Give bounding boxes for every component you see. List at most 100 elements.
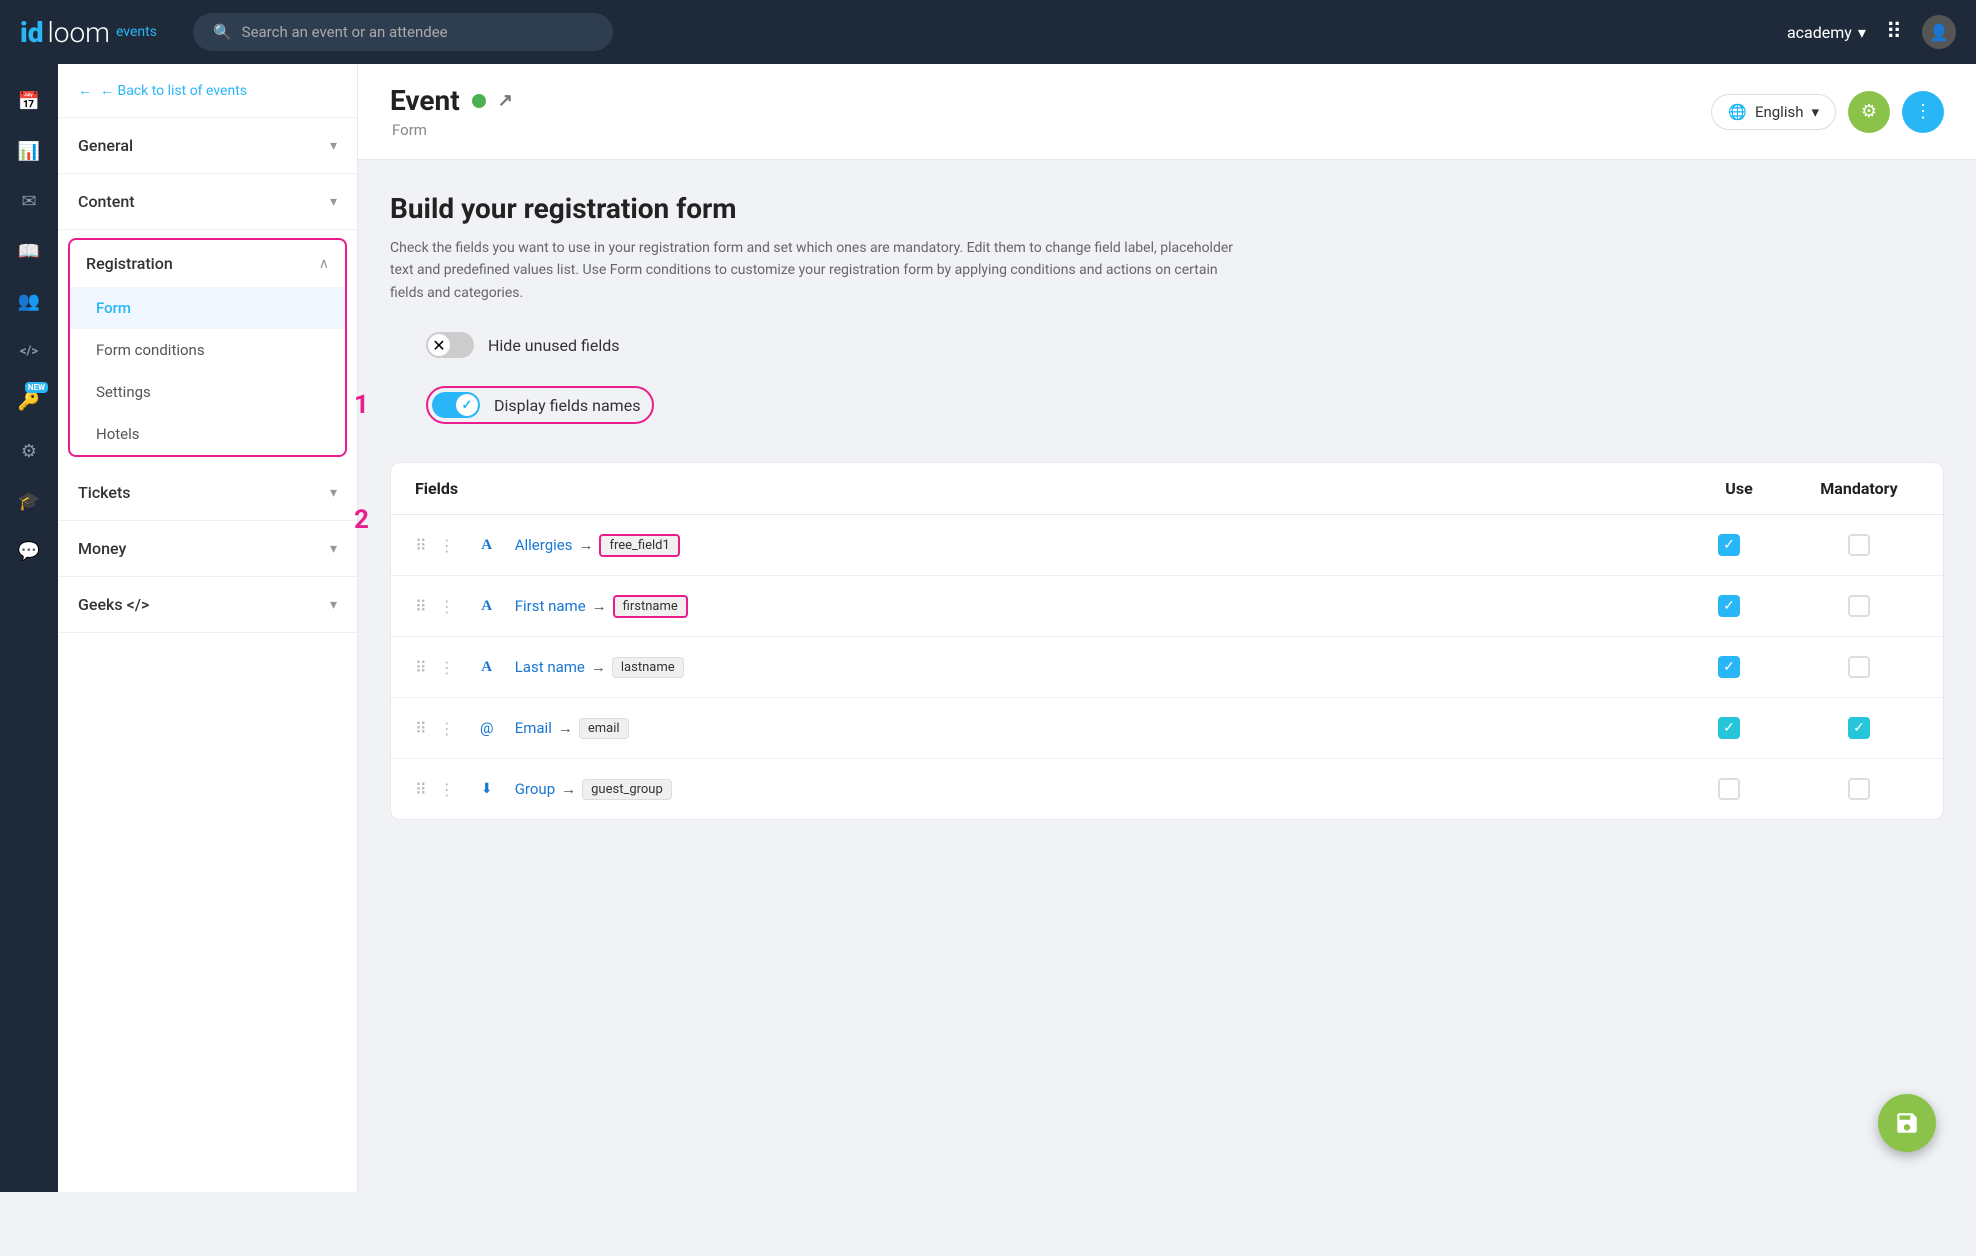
sidebar-section-registration: Registration ∧ Form Form conditions Sett… (68, 238, 347, 457)
content-chevron: ▾ (330, 194, 337, 210)
general-header[interactable]: General ▾ (58, 118, 357, 173)
main-content: Event ↗ Form 🌐 English ▾ ⚙ ⋮ Build your … (358, 64, 1976, 1192)
col-use: Use (1679, 479, 1799, 498)
field-display-name: Last name (515, 658, 585, 676)
sidebar-item-form[interactable]: Form (70, 287, 345, 329)
event-title: Event ↗ (390, 84, 513, 117)
gear-button[interactable]: ⚙ (1848, 91, 1890, 133)
annotation-step2: 2 (354, 505, 369, 535)
nav-graduation[interactable]: 🎓 (8, 480, 50, 522)
nav-users[interactable]: 👥 (8, 280, 50, 322)
logo-id: id (20, 16, 43, 49)
use-checkbox[interactable]: ✓ (1718, 595, 1740, 617)
use-checkbox-cell: ✓ (1669, 595, 1789, 617)
field-type-email-icon: @ (473, 714, 501, 742)
field-name: Last name → lastname (515, 657, 1659, 678)
mandatory-checkbox[interactable] (1848, 656, 1870, 678)
annotation-step1: 1 (354, 390, 369, 420)
field-key: email (579, 718, 629, 739)
row-menu-icon[interactable]: ⋮ (439, 780, 455, 799)
new-badge: NEW (25, 382, 48, 393)
mandatory-checkbox[interactable] (1848, 595, 1870, 617)
use-checkbox[interactable] (1718, 778, 1740, 800)
col-mandatory: Mandatory (1799, 479, 1919, 498)
field-key: free_field1 (599, 534, 679, 557)
use-checkbox[interactable]: ✓ (1718, 534, 1740, 556)
field-key: lastname (612, 657, 684, 678)
registration-chevron: ∧ (319, 256, 329, 272)
nav-chat[interactable]: 💬 (8, 530, 50, 572)
nav-code[interactable]: </> (8, 330, 50, 372)
search-bar[interactable]: 🔍 Search an event or an attendee (193, 13, 613, 51)
mandatory-checkbox[interactable] (1848, 534, 1870, 556)
money-header[interactable]: Money ▾ (58, 521, 357, 576)
nav-key[interactable]: 🔑 NEW (8, 380, 50, 422)
mandatory-checkbox-cell (1799, 595, 1919, 617)
drag-handle-icon[interactable]: ⠿ (415, 536, 427, 555)
mandatory-checkbox-cell (1799, 778, 1919, 800)
registration-label: Registration (86, 254, 173, 273)
drag-handle-icon[interactable]: ⠿ (415, 597, 427, 616)
more-options-button[interactable]: ⋮ (1902, 91, 1944, 133)
page-title: Build your registration form (390, 192, 1944, 225)
geeks-chevron: ▾ (330, 597, 337, 613)
sidebar-item-settings[interactable]: Settings (70, 371, 345, 413)
field-display-name: First name (515, 597, 586, 615)
external-link-icon[interactable]: ↗ (498, 90, 513, 111)
nav-chart[interactable]: 📊 (8, 130, 50, 172)
main-layout: 📅 📊 ✉ 📖 👥 </> 🔑 NEW ⚙ 🎓 💬 ← ← Back to li… (0, 64, 1976, 1192)
nav-settings[interactable]: ⚙ (8, 430, 50, 472)
display-fields-toggle[interactable] (432, 392, 480, 418)
field-name: Email → email (515, 718, 1659, 739)
tickets-header[interactable]: Tickets ▾ (58, 465, 357, 520)
field-key: guest_group (582, 779, 672, 800)
geeks-header[interactable]: Geeks </> ▾ (58, 577, 357, 632)
mandatory-checkbox[interactable] (1848, 778, 1870, 800)
table-row: ⠿ ⋮ A Last name → lastname ✓ (391, 637, 1943, 698)
drag-handle-icon[interactable]: ⠿ (415, 658, 427, 677)
field-name: Allergies → free_field1 (515, 534, 1659, 557)
money-label: Money (78, 539, 126, 558)
fields-table: Fields Use Mandatory ⠿ ⋮ A Allergies → f… (390, 462, 1944, 820)
back-to-list-link[interactable]: ← ← Back to list of events (58, 64, 357, 118)
drag-handle-icon[interactable]: ⠿ (415, 780, 427, 799)
nav-mail[interactable]: ✉ (8, 180, 50, 222)
table-row: ⠿ ⋮ A First name → firstname ✓ (391, 576, 1943, 637)
use-checkbox[interactable]: ✓ (1718, 656, 1740, 678)
back-arrow-icon: ← (78, 82, 92, 99)
nav-book[interactable]: 📖 (8, 230, 50, 272)
content-area: Build your registration form Check the f… (358, 160, 1976, 852)
sidebar-section-money: Money ▾ (58, 521, 357, 577)
user-icon[interactable]: 👤 (1922, 15, 1956, 49)
field-key: firstname (613, 595, 688, 618)
event-title-area: Event ↗ Form (390, 84, 513, 139)
back-to-list-label: ← Back to list of events (100, 82, 247, 99)
language-button[interactable]: 🌐 English ▾ (1711, 94, 1836, 130)
content-header[interactable]: Content ▾ (58, 174, 357, 229)
row-menu-icon[interactable]: ⋮ (439, 719, 455, 738)
drag-handle-icon[interactable]: ⠿ (415, 719, 427, 738)
geeks-label: Geeks </> (78, 595, 149, 614)
field-type-text-icon: A (473, 592, 501, 620)
grid-icon[interactable]: ⠿ (1886, 20, 1902, 45)
use-checkbox[interactable]: ✓ (1718, 717, 1740, 739)
nav-calendar[interactable]: 📅 (8, 80, 50, 122)
save-fab-button[interactable] (1878, 1094, 1936, 1152)
sidebar-item-form-conditions[interactable]: Form conditions (70, 329, 345, 371)
search-icon: 🔍 (213, 23, 232, 41)
mandatory-checkbox[interactable]: ✓ (1848, 717, 1870, 739)
field-name: Group → guest_group (515, 779, 1659, 800)
hide-unused-toggle[interactable]: ✕ (426, 332, 474, 358)
row-menu-icon[interactable]: ⋮ (439, 536, 455, 555)
registration-header[interactable]: Registration ∧ (70, 240, 345, 287)
icon-navigation: 📅 📊 ✉ 📖 👥 </> 🔑 NEW ⚙ 🎓 💬 (0, 64, 58, 1192)
sidebar-item-hotels[interactable]: Hotels (70, 413, 345, 455)
hide-unused-toggle-row: ✕ Hide unused fields (426, 332, 620, 358)
page-description: Check the fields you want to use in your… (390, 237, 1250, 304)
table-row: ⠿ ⋮ ⬇ Group → guest_group (391, 759, 1943, 819)
use-checkbox-cell: ✓ (1669, 534, 1789, 556)
table-row: ⠿ ⋮ A Allergies → free_field1 ✓ (391, 515, 1943, 576)
account-menu[interactable]: academy ▾ (1787, 23, 1866, 42)
row-menu-icon[interactable]: ⋮ (439, 658, 455, 677)
row-menu-icon[interactable]: ⋮ (439, 597, 455, 616)
